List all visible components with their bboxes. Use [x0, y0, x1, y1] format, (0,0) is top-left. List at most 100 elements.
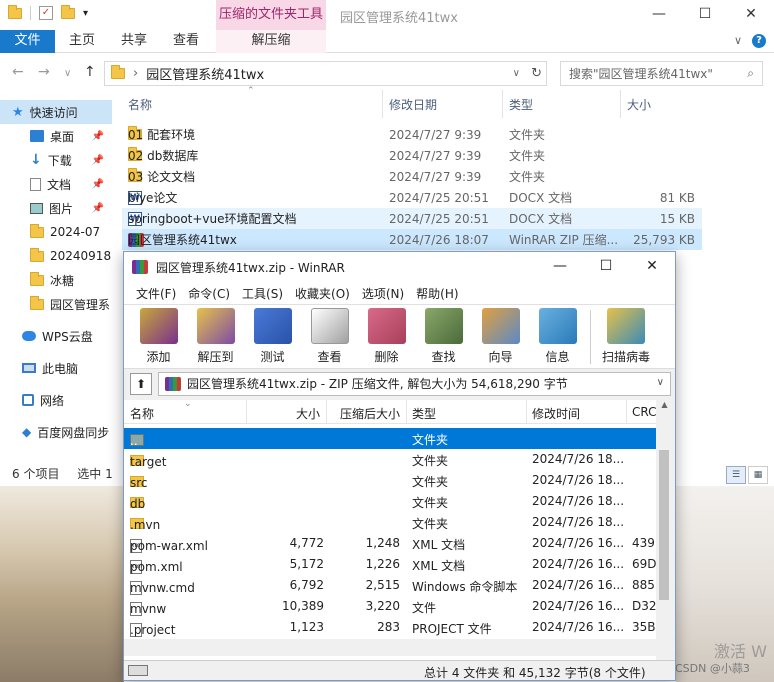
- scroll-up-icon[interactable]: ▲: [656, 400, 673, 409]
- archive-row[interactable]: xml pom.xml 5,172 1,226 XML 文档 2024/7/26 …: [124, 554, 656, 575]
- delete-button[interactable]: 删除: [358, 305, 415, 369]
- folder-icon: [30, 223, 44, 238]
- folder-icon: [8, 4, 22, 19]
- vertical-scrollbar[interactable]: ▲: [656, 400, 673, 660]
- column-packed[interactable]: 压缩后大小: [340, 405, 400, 422]
- virus-scan-button[interactable]: 扫描病毒: [595, 305, 657, 369]
- up-button[interactable]: ↑: [84, 64, 96, 80]
- sidebar-item-20240918[interactable]: 20240918: [0, 244, 112, 268]
- column-size[interactable]: 大小: [627, 96, 651, 113]
- close-button[interactable]: ✕: [629, 252, 675, 282]
- file-row[interactable]: 园区管理系统41twx 2024/7/26 18:07 WinRAR ZIP 压…: [122, 229, 702, 250]
- scroll-thumb[interactable]: [659, 450, 669, 600]
- tab-view[interactable]: 查看: [162, 30, 210, 53]
- recent-locations-button[interactable]: ∨: [64, 68, 71, 79]
- add-button[interactable]: 添加: [130, 305, 187, 369]
- column-crc[interactable]: CRC: [632, 405, 656, 419]
- wizard-button[interactable]: 向导: [472, 305, 529, 369]
- file-row[interactable]: 03 论文文档 2024/7/27 9:39 文件夹: [122, 166, 702, 187]
- column-name[interactable]: 名称: [128, 96, 152, 113]
- column-date[interactable]: 修改日期: [389, 96, 437, 113]
- menu-favorites[interactable]: 收藏夹(O): [289, 285, 356, 302]
- explorer-status-bar: 6 个项目 选中 1: [0, 462, 120, 486]
- find-button[interactable]: 查找: [415, 305, 472, 369]
- info-icon: [538, 308, 577, 344]
- navigation-pane: ★ 快速访问 桌面 📌 ↓ 下载 📌 文档 📌 图片 📌 2024-07 20240918 …: [0, 100, 112, 480]
- up-folder-button[interactable]: ⬆: [130, 372, 152, 395]
- minimize-button[interactable]: —: [537, 252, 583, 282]
- archive-row[interactable]: .mvn 文件夹 2024/7/26 18...: [124, 512, 656, 533]
- tab-home[interactable]: 主页: [58, 30, 106, 53]
- archive-row[interactable]: db 文件夹 2024/7/26 18...: [124, 491, 656, 512]
- sidebar-item-baidu-sync[interactable]: ◆ 百度网盘同步: [0, 420, 112, 444]
- sidebar-item-yuanqu[interactable]: 园区管理系: [0, 292, 112, 316]
- search-input[interactable]: 搜索"园区管理系统41twx" ⌕: [560, 61, 763, 86]
- new-folder-icon[interactable]: [61, 4, 75, 19]
- archive-row[interactable]: xml pom-war.xml 4,772 1,248 XML 文档 2024/7…: [124, 533, 656, 554]
- column-name[interactable]: 名称: [130, 405, 154, 422]
- archive-row[interactable]: src 文件夹 2024/7/26 18...: [124, 470, 656, 491]
- tab-share[interactable]: 共享: [110, 30, 158, 53]
- archive-path-dropdown[interactable]: 园区管理系统41twx.zip - ZIP 压缩文件, 解包大小为 54,618…: [158, 371, 671, 396]
- archive-row[interactable]: target 文件夹 2024/7/26 18...: [124, 449, 656, 470]
- sidebar-item-2024-07[interactable]: 2024-07: [0, 220, 112, 244]
- column-type[interactable]: 类型: [509, 96, 533, 113]
- sidebar-item-documents[interactable]: 文档 📌: [0, 172, 112, 196]
- sidebar-item-this-pc[interactable]: 此电脑: [0, 356, 112, 380]
- tab-extract[interactable]: 解压缩: [216, 30, 326, 53]
- maximize-button[interactable]: ☐: [583, 252, 629, 282]
- address-dropdown-icon[interactable]: ∨: [513, 68, 520, 79]
- sidebar-item-pictures[interactable]: 图片 📌: [0, 196, 112, 220]
- info-button[interactable]: 信息: [529, 305, 586, 369]
- archive-row[interactable]: mvnw 10,389 3,220 文件 2024/7/26 16... D32: [124, 596, 656, 617]
- test-icon: [253, 308, 292, 344]
- details-view-icon[interactable]: ☰: [726, 466, 746, 484]
- view-button[interactable]: 查看: [301, 305, 358, 369]
- winrar-menubar: 文件(F) 命令(C) 工具(S) 收藏夹(O) 选项(N) 帮助(H): [124, 282, 675, 304]
- help-icon[interactable]: ?: [752, 34, 766, 48]
- extract-to-button[interactable]: 解压到: [187, 305, 244, 369]
- minimize-button[interactable]: —: [636, 0, 682, 30]
- tab-file[interactable]: 文件: [0, 30, 55, 53]
- file-list: 名称 ⌃ 修改日期 类型 大小 01 配套环境 2024/7/27 9:39 文…: [122, 86, 702, 250]
- test-button[interactable]: 测试: [244, 305, 301, 369]
- sidebar-item-network[interactable]: 网络: [0, 388, 112, 412]
- menu-options[interactable]: 选项(N): [356, 285, 410, 302]
- sidebar-item-downloads[interactable]: ↓ 下载 📌: [0, 148, 112, 172]
- delete-icon: [367, 308, 406, 344]
- file-row[interactable]: 01 配套环境 2024/7/27 9:39 文件夹: [122, 124, 702, 145]
- sidebar-item-wps-cloud[interactable]: WPS云盘: [0, 324, 112, 348]
- customize-qat-icon[interactable]: ▾: [83, 8, 88, 19]
- archive-row[interactable]: .project 1,123 283 PROJECT 文件 2024/7/26 …: [124, 617, 656, 638]
- menu-file[interactable]: 文件(F): [130, 285, 182, 302]
- archive-row[interactable]: .. 文件夹: [124, 428, 656, 449]
- refresh-button[interactable]: ↻: [531, 66, 542, 81]
- back-button[interactable]: ←: [12, 64, 24, 80]
- large-icons-view-icon[interactable]: ▦: [748, 466, 768, 484]
- menu-tools[interactable]: 工具(S): [236, 285, 289, 302]
- archive-row[interactable]: mvnw.cmd 6,792 2,515 Windows 命令脚本 2024/7…: [124, 575, 656, 596]
- file-row[interactable]: Wspringboot+vue环境配置文档 2024/7/25 20:51 DO…: [122, 208, 702, 229]
- close-button[interactable]: ✕: [728, 0, 774, 30]
- binoculars-icon: [424, 308, 463, 344]
- breadcrumb[interactable]: 园区管理系统41twx: [146, 64, 264, 83]
- sidebar-item-desktop[interactable]: 桌面 📌: [0, 124, 112, 148]
- pin-icon: 📌: [91, 154, 104, 166]
- item-count: 6 个项目: [12, 467, 60, 481]
- maximize-button[interactable]: ☐: [682, 0, 728, 30]
- column-type[interactable]: 类型: [412, 405, 436, 422]
- file-row[interactable]: Wbiye论文 2024/7/25 20:51 DOCX 文档 81 KB: [122, 187, 702, 208]
- menu-help[interactable]: 帮助(H): [410, 285, 464, 302]
- forward-button[interactable]: →: [38, 64, 50, 80]
- column-size[interactable]: 大小: [296, 405, 320, 422]
- column-modified[interactable]: 修改时间: [532, 405, 580, 422]
- address-bar[interactable]: › 园区管理系统41twx ∨ ↻: [104, 61, 547, 86]
- menu-commands[interactable]: 命令(C): [182, 285, 236, 302]
- properties-icon[interactable]: ✓: [39, 6, 53, 20]
- file-row[interactable]: 02 db数据库 2024/7/27 9:39 文件夹: [122, 145, 702, 166]
- sidebar-item-bingtang[interactable]: 冰糖: [0, 268, 112, 292]
- expand-ribbon-icon[interactable]: ∨: [734, 34, 742, 48]
- chevron-down-icon[interactable]: ∨: [657, 377, 664, 388]
- sidebar-item-quick-access[interactable]: ★ 快速访问: [0, 100, 112, 124]
- horizontal-scrollbar[interactable]: [124, 639, 656, 656]
